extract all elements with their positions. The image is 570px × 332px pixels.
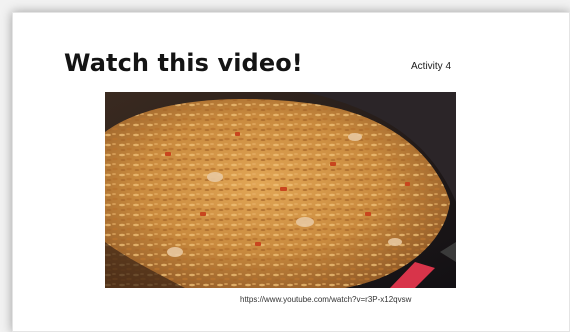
video-url-link[interactable]: https://www.youtube.com/watch?v=r3P-x12q… — [240, 295, 411, 304]
slide-title: Watch this video! — [64, 49, 303, 77]
slide: Watch this video! Activity 4 https://www… — [12, 12, 570, 332]
activity-label: Activity 4 — [411, 61, 452, 72]
fried-rice-wok-image — [105, 92, 456, 288]
video-thumbnail[interactable] — [105, 92, 456, 288]
